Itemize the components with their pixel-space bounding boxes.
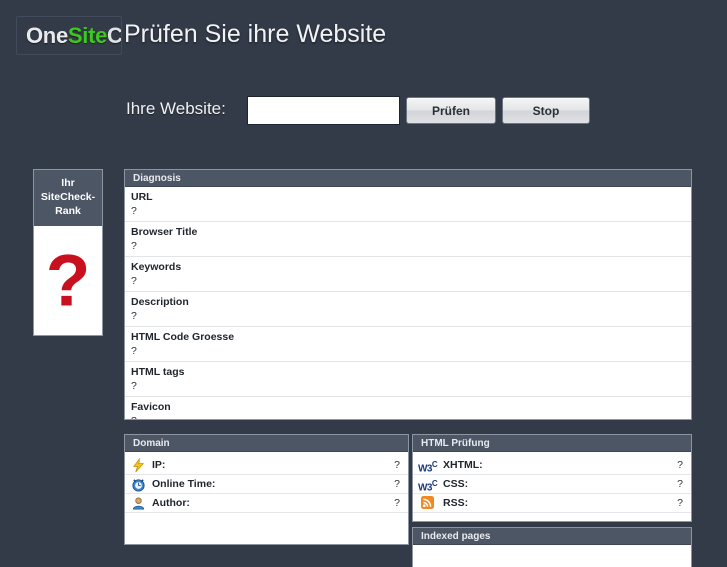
table-row: Author: ? <box>125 494 408 513</box>
website-url-input[interactable] <box>247 96 400 125</box>
diagnosis-label: HTML Code Groesse <box>131 331 235 343</box>
table-row: IP: ? <box>125 456 408 475</box>
table-row: W3C XHTML: ? <box>413 456 691 475</box>
html-check-row-value: ? <box>677 478 683 490</box>
rss-icon <box>421 496 436 511</box>
page-header: OneSiteCh Prüfen Sie ihre Website <box>0 0 727 70</box>
website-input-label: Ihre Website: <box>126 99 226 118</box>
diagnosis-value: ? <box>131 345 137 357</box>
table-row: RSS: ? <box>413 494 691 513</box>
diagnosis-label: URL <box>131 191 153 203</box>
diagnosis-label: Browser Title <box>131 226 198 238</box>
w3c-icon: W3C <box>418 460 438 475</box>
page-title: Prüfen Sie ihre Website <box>124 20 387 48</box>
indexed-pages-panel: Indexed pages <box>412 527 692 567</box>
sitecheck-rank-value: ? <box>45 240 91 321</box>
diagnosis-panel-title: Diagnosis <box>125 170 691 187</box>
html-check-row-value: ? <box>677 459 683 471</box>
diagnosis-value: ? <box>131 240 137 252</box>
indexed-pages-panel-body <box>413 545 691 567</box>
stop-button[interactable]: Stop <box>502 97 590 124</box>
site-logo[interactable]: OneSiteCh <box>16 16 122 55</box>
alarm-clock-icon <box>131 477 146 492</box>
table-row: Description ? <box>125 292 691 327</box>
table-row: URL ? <box>125 187 691 222</box>
domain-panel: Domain IP: ? Online Time: ? Author: ? <box>124 434 409 545</box>
table-row: Browser Title ? <box>125 222 691 257</box>
domain-row-value: ? <box>394 478 400 490</box>
html-check-row-value: ? <box>677 497 683 509</box>
html-check-panel-body: W3C XHTML: ? W3C CSS: ? RSS: ? <box>413 452 691 521</box>
w3c-icon: W3C <box>418 479 438 494</box>
lightning-icon <box>131 457 146 473</box>
domain-panel-body: IP: ? Online Time: ? Author: ? <box>125 452 408 544</box>
sitecheck-rank-title: Ihr SiteCheck-Rank <box>34 170 102 226</box>
diagnosis-label: Keywords <box>131 261 182 273</box>
website-check-form: Ihre Website: Prüfen Stop <box>0 96 727 130</box>
indexed-pages-panel-title: Indexed pages <box>413 528 691 545</box>
sitecheck-rank-card: Ihr SiteCheck-Rank ? <box>33 169 103 336</box>
diagnosis-label: HTML tags <box>131 366 185 378</box>
table-row: Online Time: ? <box>125 475 408 494</box>
domain-panel-title: Domain <box>125 435 408 452</box>
diagnosis-value: ? <box>131 310 137 322</box>
diagnosis-label: Description <box>131 296 189 308</box>
logo-part-site: Site <box>67 23 108 48</box>
diagnosis-value: ? <box>131 205 137 217</box>
domain-row-value: ? <box>394 497 400 509</box>
check-button[interactable]: Prüfen <box>406 97 496 124</box>
html-check-row-label: CSS: <box>443 478 469 490</box>
logo-part-check: Ch <box>107 23 122 48</box>
table-row: W3C CSS: ? <box>413 475 691 494</box>
diagnosis-value: ? <box>131 275 137 287</box>
domain-row-label: Online Time: <box>152 478 216 490</box>
domain-row-label: Author: <box>152 497 190 509</box>
table-row: HTML Code Groesse ? <box>125 327 691 362</box>
domain-row-label: IP: <box>152 459 166 471</box>
html-check-row-label: RSS: <box>443 497 469 509</box>
table-row: Keywords ? <box>125 257 691 292</box>
html-check-panel: HTML Prüfung W3C XHTML: ? W3C CSS: ? RSS… <box>412 434 692 522</box>
html-check-row-label: XHTML: <box>443 459 483 471</box>
diagnosis-value: ? <box>131 380 137 392</box>
diagnosis-value: ? <box>131 414 685 419</box>
logo-part-one: One <box>26 23 68 48</box>
diagnosis-panel-body: URL ? Browser Title ? Keywords ? Descrip… <box>125 187 691 419</box>
user-icon <box>131 496 146 511</box>
site-logo-text: OneSiteCh <box>26 23 122 49</box>
domain-row-value: ? <box>394 459 400 471</box>
table-row: HTML tags ? <box>125 362 691 397</box>
sitecheck-rank-body: ? <box>34 226 102 335</box>
html-check-panel-title: HTML Prüfung <box>413 435 691 452</box>
diagnosis-label: Favicon <box>131 401 171 413</box>
diagnosis-panel: Diagnosis URL ? Browser Title ? Keywords… <box>124 169 692 420</box>
table-row: Favicon ? <box>125 397 691 419</box>
